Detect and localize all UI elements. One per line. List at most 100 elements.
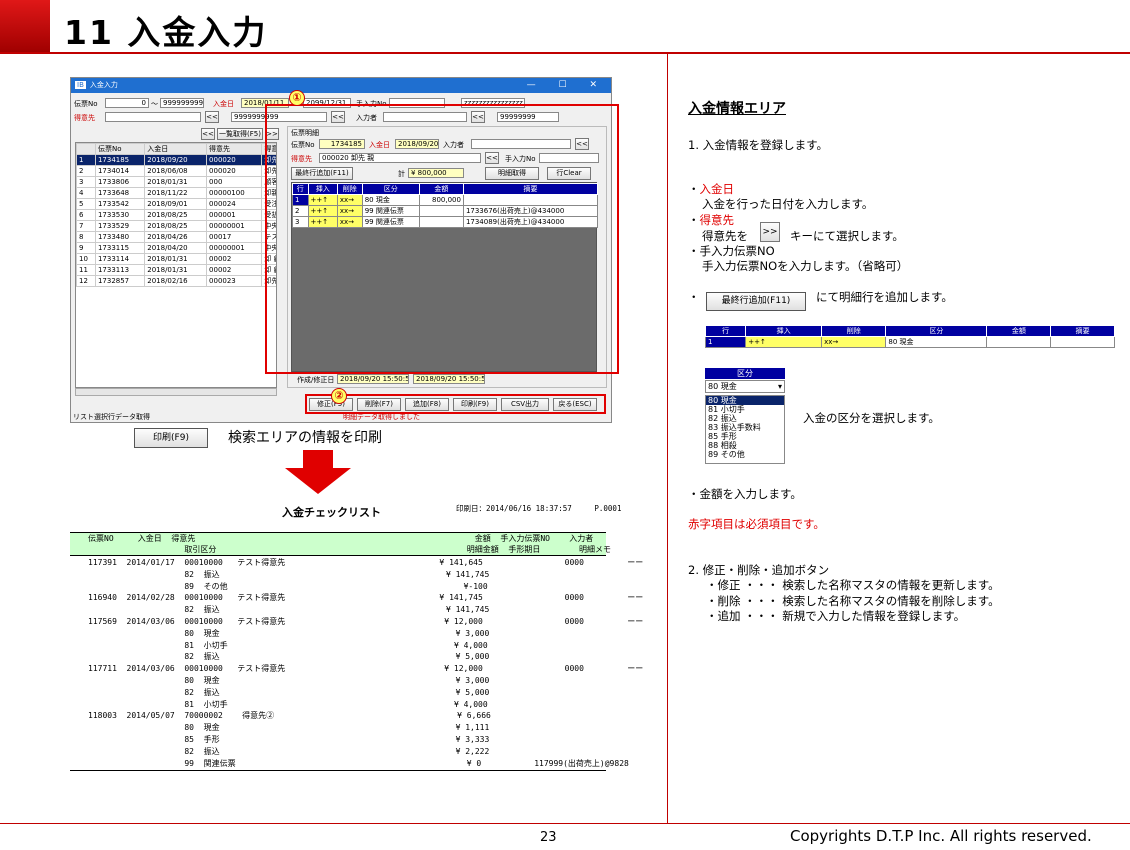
list-header-cell[interactable] [76,143,96,155]
sample-header-cell: 挿入 [745,325,823,337]
column-divider [667,54,668,824]
table-cell: 1733530 [94,209,146,221]
kubun-option[interactable]: 81 小切手 [706,405,784,414]
table-cell: 000023 [206,275,263,287]
table-cell: 000020 [206,154,263,166]
table-row[interactable]: 12 1732857 2018/02/16 000023 卸先 [76,275,276,287]
kubun-option[interactable]: 85 手形 [706,432,784,441]
tokui-prev-button[interactable]: << [205,111,219,123]
table-cell: 2018/11/22 [144,187,208,199]
table-row[interactable]: 817334802018/04/2600017テスト売仕店 [76,231,276,243]
table-cell: 11 [76,264,96,276]
table-cell: 6 [76,209,96,221]
tokui-required-label: 得意先 [699,213,735,227]
table-cell: 4 [76,187,96,199]
denpyo-to-input[interactable]: 9999999999 [160,98,204,108]
sample-header-cell: 金額 [986,325,1052,337]
kubun-option[interactable]: 80 現金 [706,396,784,405]
step1-text: 1. 入金情報を登録します。 [688,138,828,152]
search-result-list[interactable]: 伝票No入金日得意先得意117341852018/09/20000020卸先 親… [75,142,277,388]
table-cell: 2018/09/20 [144,154,208,166]
table-cell: 2 [76,165,96,177]
table-cell: 000024 [206,198,263,210]
table-cell: 5 [76,198,96,210]
title-accent-bar [0,0,50,52]
tokui-label: 得意先 [74,114,95,122]
date-label: 作成/修正日 [297,376,335,384]
report-line: 82 振込 ¥ 5,000 [88,652,490,662]
kubun-desc: 入金の区分を選択します。 [803,411,940,425]
tokui-from-select[interactable] [105,112,201,122]
table-row[interactable]: 217340142018/06/08000020卸先 親 [76,165,276,177]
report-line: 118003 2014/05/07 70000002 得意先② ¥ 6,666 [88,711,491,721]
denpyo-from-input[interactable]: 0 [105,98,149,108]
table-cell: 00000100 [206,187,263,199]
table-cell: 2018/01/31 [144,253,208,265]
table-cell: 2018/02/16 [144,275,208,287]
app-icon: IB [75,81,86,89]
list-header-cell[interactable]: 得意先 [206,143,263,155]
table-cell: 000020 [206,165,263,177]
report-title: 入金チェックリスト [282,506,381,519]
denpyo-label: 伝票No [74,100,98,108]
table-cell: 00002 [206,264,263,276]
table-cell: 1733542 [94,198,146,210]
table-row[interactable]: 917331152018/04/2000000001中央株式会社 [76,242,276,254]
kubun-option[interactable]: 89 その他 [706,450,784,459]
sample-header-cell: 区分 [885,325,988,337]
table-cell: 2018/01/31 [144,176,208,188]
status-left: リスト選択行データ取得 [73,413,150,421]
report-line: 82 振込 ¥ 5,000 [88,687,490,697]
table-row[interactable]: 4 1733648 2018/11/22 00000100 卸親 [76,187,276,199]
table-row[interactable]: 717335292018/08/2500000001中央株式会社 [76,220,276,232]
print-button[interactable]: 印刷(F9) [134,428,208,448]
report-printdate: 印刷日：2014/06/16 18:37:57 P.0001 [456,504,622,513]
sample-row[interactable]: 1 ++↑ xx→ 80 現金 [704,336,1115,348]
table-row[interactable]: 1017331142018/01/3100002卸 顧客三越 [76,253,276,265]
created-date: 2018/09/20 15:50:59 [337,374,409,384]
table-cell: 1 [76,154,96,166]
nyukin-desc: 入金を行った日付を入力します。 [702,197,874,211]
table-row[interactable]: 317338062018/01/31000顧客三越1111 [76,176,276,188]
callout-number-2: ② [331,388,347,404]
table-cell: 9 [76,242,96,254]
table-row[interactable]: 1117331132018/01/3100002卸 顧客三越 [76,264,276,276]
report-line: 82 振込 ¥ 2,222 [88,746,490,756]
kubun-option[interactable]: 88 相殺 [706,441,784,450]
down-arrow-icon [285,450,351,494]
add-last-row-sample-button[interactable]: 最終行追加(F11) [706,292,806,311]
sample-header-cell: 行 [704,325,747,337]
sample-header-row: 行挿入 削除 区分 金額 摘要 [704,325,1115,337]
tokui-select-button[interactable]: >> [760,222,780,242]
window-controls[interactable]: — ☐ ✕ [527,78,607,93]
table-cell: 2018/06/08 [144,165,208,177]
list-prev-button[interactable]: << [201,128,215,140]
list-header-cell[interactable]: 伝票No [94,143,146,155]
table-row[interactable]: 617335302018/08/25000001受払テスト [76,209,276,221]
kubun-option[interactable]: 82 振込 [706,414,784,423]
chevron-down-icon: ▾ [777,382,782,391]
horizontal-scrollbar[interactable] [75,388,277,396]
tokui-desc-a: 得意先を [702,229,748,243]
nyukin-label: 入金日 [213,100,234,108]
callout-frame-1 [265,104,619,374]
nyukin-required-label: 入金日 [699,182,735,196]
table-cell: 000 [206,176,263,188]
sample-header-cell: 削除 [821,325,887,337]
list-fetch-button[interactable]: 一覧取得(F5) [217,128,263,140]
kubun-select[interactable]: 80 現金 ▾ [705,380,785,393]
kubun-options-list[interactable]: 80 現金 81 小切手 82 振込 83 振込手数料 85 手形 88 相殺 89 その他 [705,395,785,464]
table-cell: 00002 [206,253,263,265]
table-row[interactable]: 117341852018/09/20000020卸先 親 [76,154,276,166]
table-cell: 12 [76,275,96,287]
add-desc: ・追加 ・・・ 新規で入力した情報を登録します。 [706,609,966,623]
table-row[interactable]: 517335422018/09/01000024受注発注連携用 [76,198,276,210]
table-cell: 00017 [206,231,263,243]
list-header-cell[interactable]: 入金日 [144,143,208,155]
kubun-option[interactable]: 83 振込手数料 [706,423,784,432]
report-line: 80 現金 ¥ 3,000 [88,628,490,638]
print-description: 検索エリアの情報を印刷 [228,430,382,446]
table-cell: 00000001 [206,220,263,232]
modified-date: 2018/09/20 15:50:59 [413,374,485,384]
report-bottom-line [70,770,606,771]
